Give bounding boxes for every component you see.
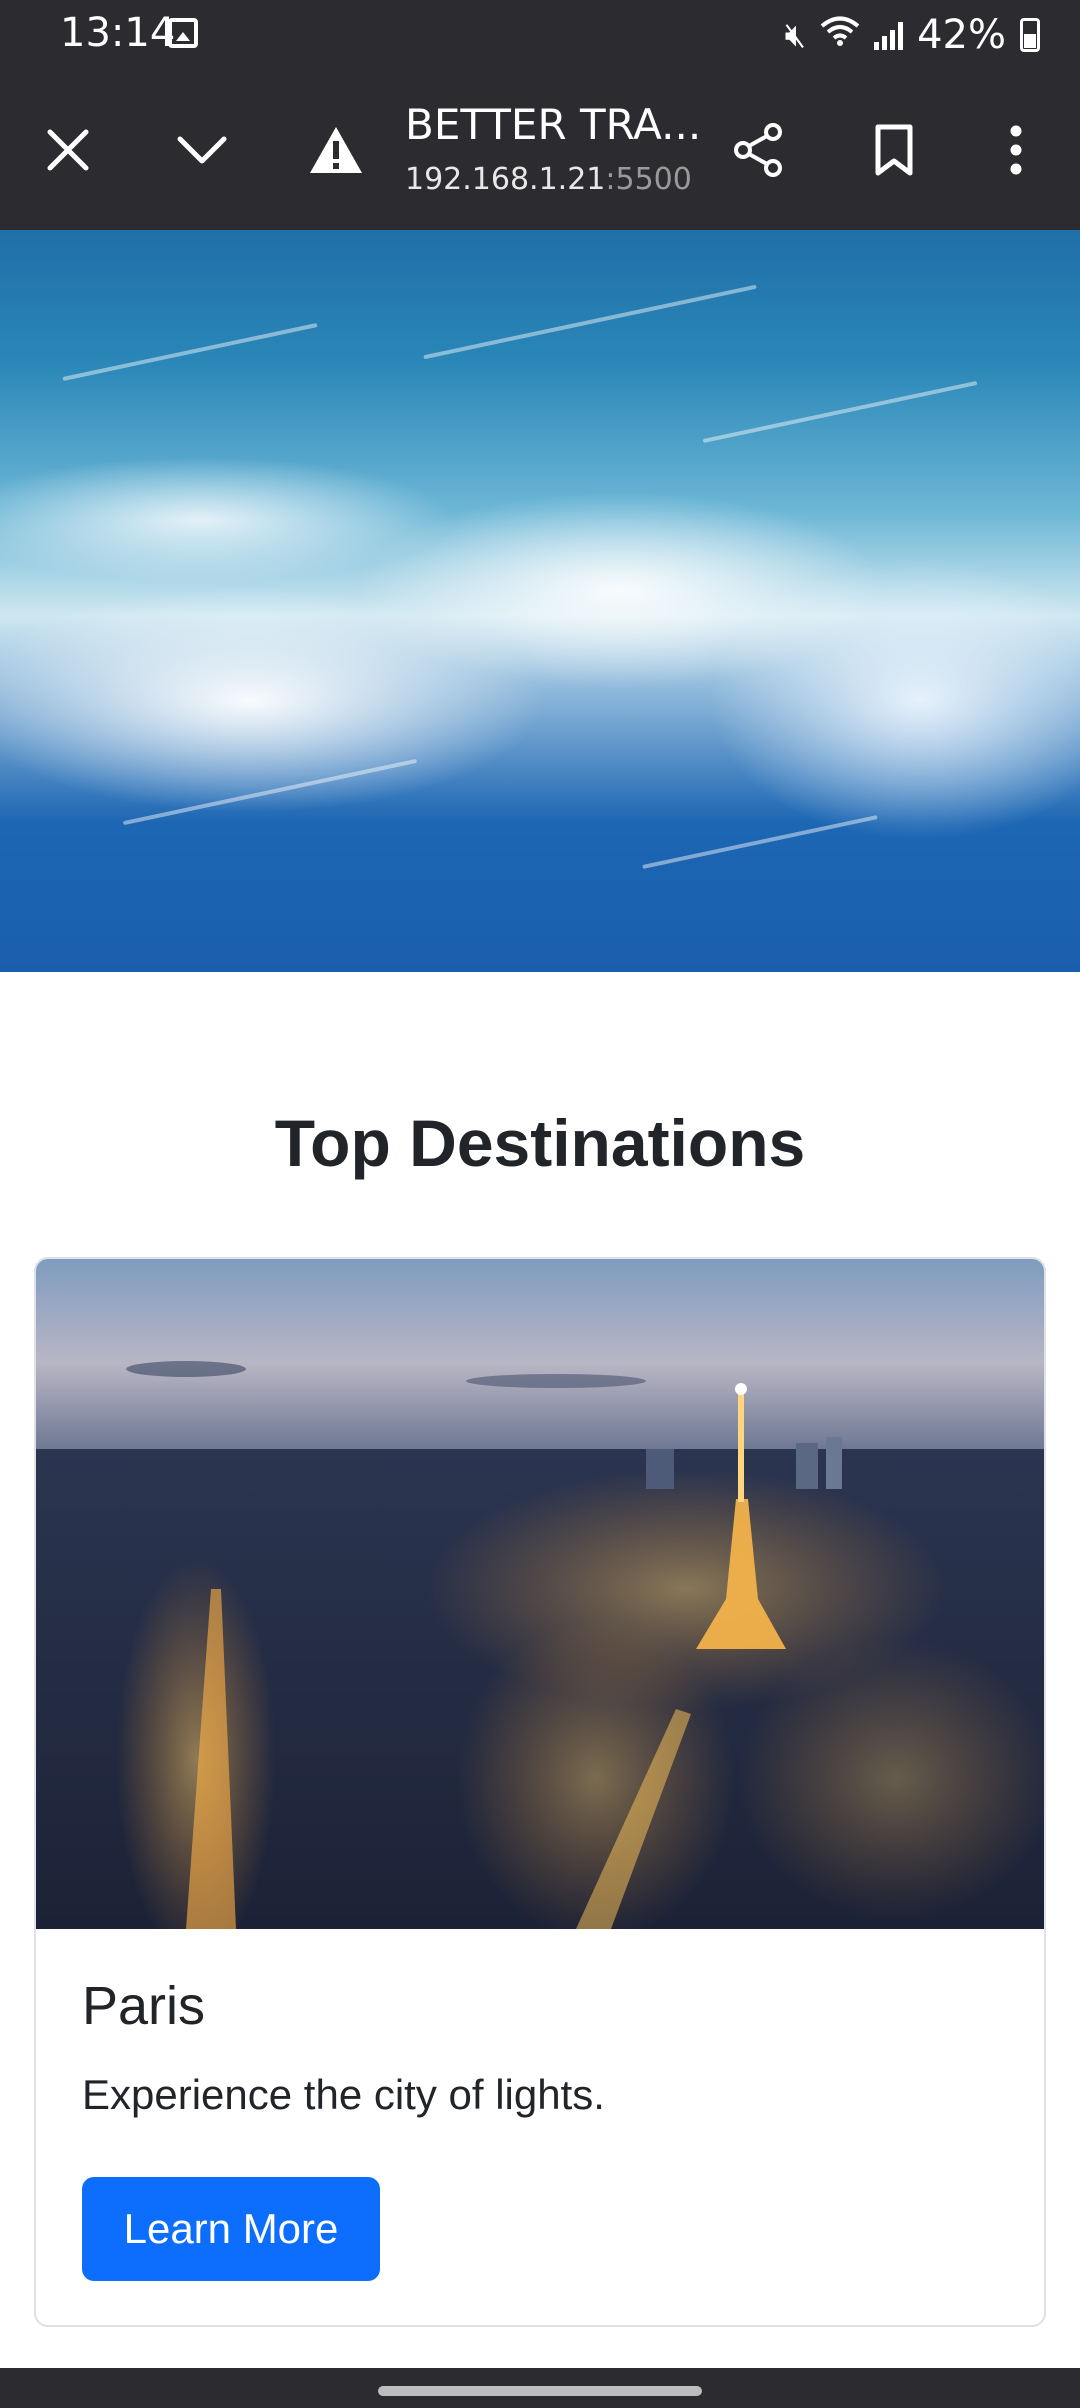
signal-icon xyxy=(874,20,904,50)
bookmark-icon[interactable] xyxy=(854,110,934,190)
learn-more-button[interactable]: Learn More xyxy=(82,2177,380,2281)
browser-toolbar: BETTER TRA... 192.168.1.21:5500 xyxy=(0,70,1080,230)
home-handle[interactable] xyxy=(378,2386,702,2396)
page-title[interactable]: BETTER TRA... xyxy=(405,100,701,149)
status-bar: 13:14 🔇︎ 42% xyxy=(0,0,1080,70)
battery-percent: 42% xyxy=(917,12,1006,58)
close-icon[interactable] xyxy=(28,110,108,190)
mute-icon: 🔇︎ xyxy=(784,15,807,55)
image-icon xyxy=(168,18,198,48)
section-title: Top Destinations xyxy=(274,1106,806,1180)
wifi-icon xyxy=(820,15,860,56)
hero-wave-image xyxy=(0,230,1080,972)
warning-icon[interactable] xyxy=(296,110,376,190)
chevron-down-icon[interactable] xyxy=(162,110,242,190)
share-icon[interactable] xyxy=(718,110,798,190)
url-port: :5500 xyxy=(605,162,692,197)
status-time: 13:14 xyxy=(60,10,176,56)
more-vert-icon[interactable] xyxy=(976,110,1056,190)
card-text: Experience the city of lights. xyxy=(82,2071,605,2118)
gesture-nav-bar xyxy=(0,2368,1080,2408)
destination-card: Paris Experience the city of lights. Lea… xyxy=(34,1257,1046,2327)
paris-image xyxy=(36,1259,1044,1929)
battery-icon xyxy=(1020,18,1040,52)
status-icons: 🔇︎ 42% xyxy=(785,10,1040,60)
url-text[interactable]: 192.168.1.21:5500 xyxy=(405,162,692,197)
url-host: 192.168.1.21 xyxy=(405,162,606,197)
card-title: Paris xyxy=(82,1976,206,2036)
